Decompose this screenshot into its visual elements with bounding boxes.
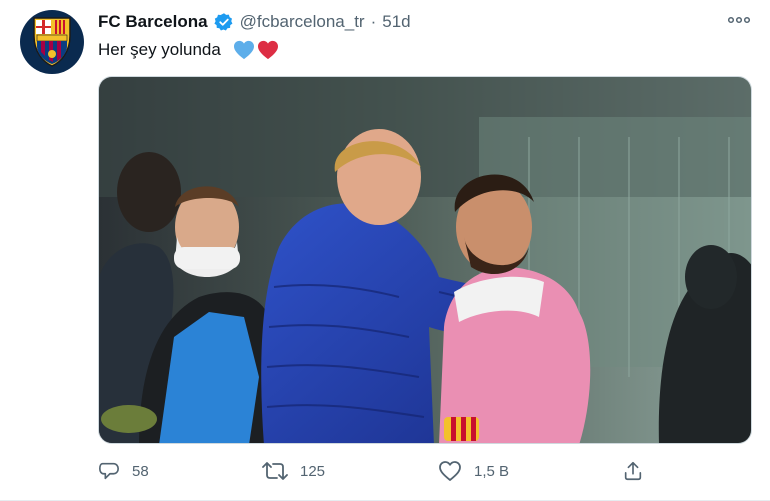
separator-dot: · [370, 12, 377, 31]
like-count: 1,5 B [474, 462, 510, 480]
retweet-icon [262, 462, 288, 480]
like-button[interactable]: 1,5 B [438, 458, 509, 484]
author-handle[interactable]: @fcbarcelona_tr [240, 12, 365, 32]
tweet-text-body: Her şey yolunda [98, 40, 221, 59]
tweet-actions: 58 125 1,5 B [98, 458, 658, 484]
tweet-timestamp[interactable]: 51d [382, 12, 410, 32]
author-name[interactable]: FC Barcelona [98, 12, 208, 32]
tweet-text: Her şey yolunda [98, 40, 279, 60]
avatar[interactable] [20, 10, 84, 74]
like-icon [439, 461, 461, 481]
reply-count: 58 [132, 462, 149, 480]
tweet-header: FC Barcelona @fcbarcelona_tr · 51d [98, 12, 411, 32]
more-options-button[interactable] [726, 10, 752, 30]
share-icon [624, 461, 642, 481]
reply-icon [99, 462, 119, 480]
more-icon [727, 16, 751, 24]
photo-illustration [99, 77, 751, 443]
retweet-count: 125 [300, 462, 326, 480]
share-button[interactable] [622, 458, 644, 484]
reply-button[interactable]: 58 [98, 458, 149, 484]
blue-heart-icon [233, 40, 254, 60]
retweet-button[interactable]: 125 [262, 458, 325, 484]
verified-badge-icon [214, 12, 234, 32]
tweet-photo[interactable] [98, 76, 752, 444]
red-heart-icon [257, 40, 278, 60]
tweet-card[interactable]: FC Barcelona @fcbarcelona_tr · 51d Her ş… [0, 0, 770, 501]
fc-barcelona-crest-icon [33, 17, 71, 67]
